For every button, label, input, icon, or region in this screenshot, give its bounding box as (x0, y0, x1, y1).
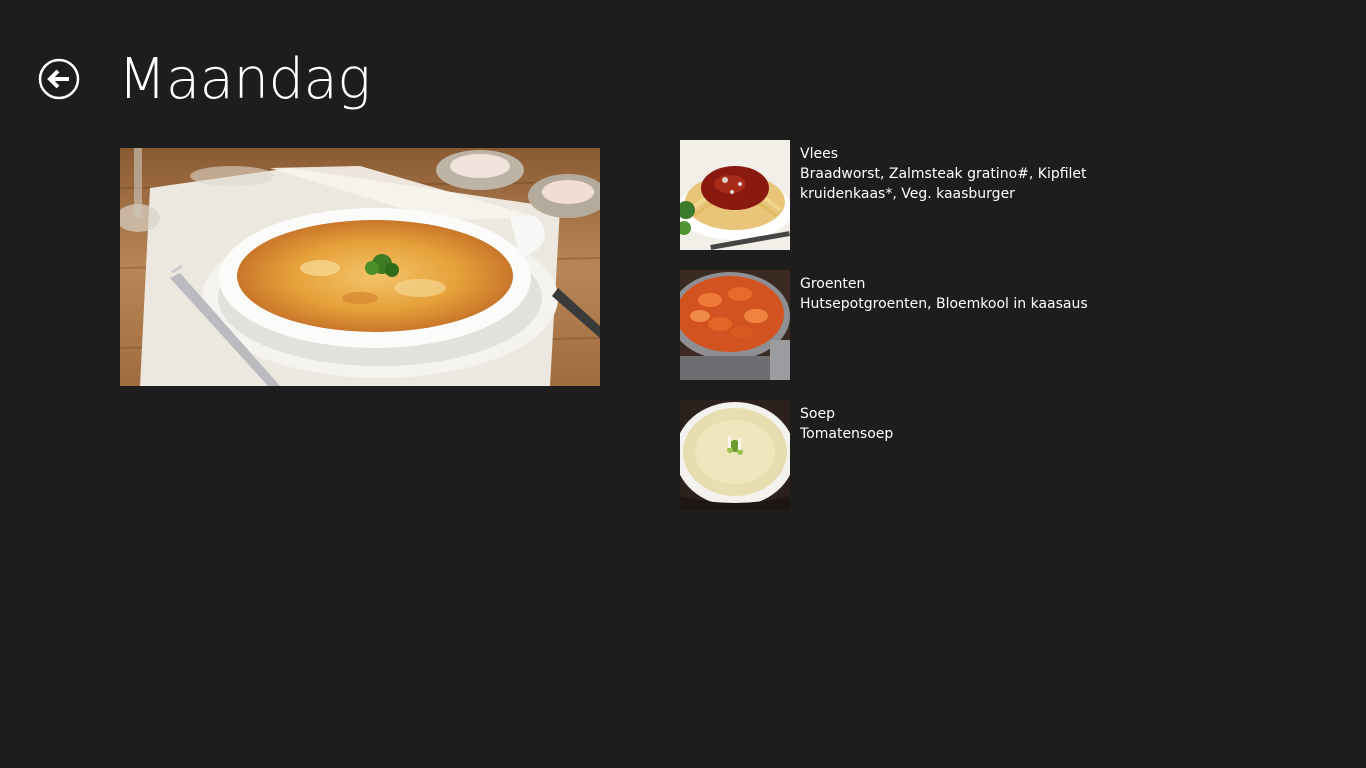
item-title: Soep (800, 406, 835, 422)
menu-item-soep[interactable]: Soep Tomatensoep (680, 400, 1320, 510)
carrots-pan-photo (680, 270, 790, 380)
spaghetti-bolognese-photo (680, 140, 790, 250)
item-thumbnail (680, 140, 790, 250)
item-title: Groenten (800, 276, 866, 292)
item-description: Tomatensoep (800, 426, 894, 442)
menu-item-groenten[interactable]: Groenten Hutsepotgroenten, Bloemkool in … (680, 270, 1320, 380)
item-description: Hutsepotgroenten, Bloemkool in kaasaus (800, 296, 1088, 312)
back-arrow-icon[interactable] (38, 58, 80, 100)
menu-list: Vlees Braadworst, Zalmsteak gratino#, Ki… (680, 140, 1320, 530)
item-text: Soep Tomatensoep (800, 404, 1100, 444)
app-window: Maandag Vlees Braadworst, Zalmsteak grat… (0, 0, 1366, 768)
item-text: Vlees Braadworst, Zalmsteak gratino#, Ki… (800, 144, 1100, 204)
hero-image (120, 148, 600, 386)
item-thumbnail (680, 270, 790, 380)
item-title: Vlees (800, 146, 838, 162)
casserole-dish-photo (120, 148, 600, 386)
back-button[interactable] (38, 58, 80, 100)
page-title: Maandag (118, 47, 371, 112)
item-description: Braadworst, Zalmsteak gratino#, Kipfilet… (800, 166, 1087, 202)
soup-bowl-photo (680, 400, 790, 510)
item-thumbnail (680, 400, 790, 510)
item-text: Groenten Hutsepotgroenten, Bloemkool in … (800, 274, 1100, 314)
menu-item-vlees[interactable]: Vlees Braadworst, Zalmsteak gratino#, Ki… (680, 140, 1320, 250)
